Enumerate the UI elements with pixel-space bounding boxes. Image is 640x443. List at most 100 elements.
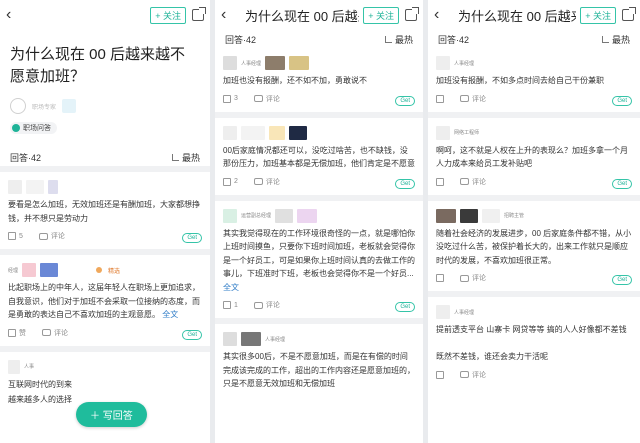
asker-row[interactable]: 职场专家 [0,94,210,118]
comment-label: 评论 [265,95,280,103]
question-title: 为什么现在 00 后越来越不愿意加班？ [10,46,186,85]
like-button[interactable]: 赞 [8,328,26,338]
answers-count: 回答·42 [438,34,470,45]
follow-button[interactable]: + 关注 [363,6,399,24]
write-answer-label: 写回答 [102,411,133,422]
answer-card[interactable]: 要看是怎么加班，无效加班还是有酬加班，大家都想挣钱，并不想只是劳动力 5 评论 … [0,172,210,249]
spacer [62,263,93,277]
like-button[interactable]: 5 [8,232,23,240]
answer-card[interactable]: 人事经理 提前透支平台 山寨卡 网贷等等 搞的人人好像都不差钱 既然不差钱，谁还… [428,297,640,388]
like-button[interactable] [436,274,444,282]
get-button[interactable]: Get [395,302,415,312]
follow-button[interactable]: + 关注 [150,6,186,24]
answer-text: 啊呵，这不就是人权在上升的表现么？加班多拿一个月人力成本来给员工发补贴吧 [436,145,628,169]
get-button[interactable]: Get [612,95,632,106]
user-role: 人事 [24,364,35,370]
like-count: 1 [234,301,238,309]
answer-card[interactable]: 00后家庭情况都还可以，没吃过啥苦，也不缺钱，没那份压力，加班基本都是无偿加班，… [215,118,423,195]
full-text-link[interactable]: 全文 [162,310,178,319]
thumb-up-icon [436,177,444,186]
avatar-blur [22,263,37,277]
share-icon[interactable] [622,7,636,21]
sort-label: 最热 [394,34,413,45]
sort-button[interactable]: 最热 [384,33,413,46]
answers-bar: 回答·42 最热 [428,30,640,48]
get-button[interactable]: Get [395,178,415,189]
answer-card[interactable]: 人事经理 其实很多00后，不是不愿意加班，而是在有偿的时间完成该完成的工作，超出… [215,324,423,395]
like-count: 2 [234,178,238,185]
comment-icon [460,371,469,378]
answer-text: 比起职场上的中年人，这届年轻人在职场上更加追求，自我意识，他们对于加班不会采取一… [8,281,202,322]
comment-button[interactable]: 评论 [460,370,486,380]
comment-button[interactable]: 评论 [253,94,280,104]
answer-card[interactable]: 人事经理 加班没有报酬，不如多点时间去给自己干份兼职 评论 Get [428,48,640,112]
answer-user: 经理 精选 [8,261,202,279]
avatar-blur [289,56,310,70]
answer-card[interactable]: 网络工程师 啊呵，这不就是人权在上升的表现么？加班多拿一个月人力成本来给员工发补… [428,118,640,195]
topic-tag[interactable]: 职场问答 [10,122,57,134]
comment-button[interactable]: 评论 [253,300,280,310]
thumb-up-icon [436,274,444,282]
get-button[interactable]: Get [182,233,202,243]
comment-button[interactable]: 评论 [460,177,486,187]
user-role: 人事经理 [241,60,262,67]
chevron-left-icon[interactable]: ‹ [434,6,450,24]
avatar-blur [460,208,478,223]
avatar-blur [241,125,265,140]
share-icon[interactable] [405,7,419,21]
like-button[interactable]: 1 [223,301,238,309]
answer-body: 其实我觉得现在的工作环境很奇怪的一点，就是哪怕你上班时间摸鱼，只要你下班时间加班… [223,228,415,279]
sort-button[interactable]: 最热 [601,33,630,46]
answer-actions: 评论 [436,173,632,191]
comment-label: 评论 [265,178,280,186]
thumb-up-icon [436,370,444,379]
chevron-left-icon[interactable]: ‹ [221,6,237,24]
get-button[interactable]: Get [612,275,632,285]
pick-icon [96,267,103,273]
user-role: 人事经理 [454,309,475,316]
like-button[interactable] [436,370,444,379]
full-text-link[interactable]: 全文 [223,283,239,292]
answer-user: 运营副总经理 [223,207,415,225]
answer-card[interactable]: 运营副总经理 其实我觉得现在的工作环境很奇怪的一点，就是哪怕你上班时间摸鱼，只要… [215,201,423,319]
avatar [223,332,237,346]
avatar [436,305,450,319]
answer-card[interactable]: 招聘主管 随着社会经济的发展进步，00 后家庭条件都不错，从小没吃过什么苦，被保… [428,201,640,292]
like-button[interactable] [436,94,444,103]
thumb-up-icon [8,328,16,337]
like-button[interactable]: 3 [223,94,238,103]
get-button[interactable]: Get [395,95,415,106]
comment-icon [460,178,469,185]
answer-card[interactable]: 经理 精选 比起职场上的中年人，这届年轻人在职场上更加追求，自我意识，他们对于加… [0,255,210,346]
top-bar-title: 为什么现在 00 后越来越不愿... [458,8,576,24]
thumb-up-icon [436,94,444,103]
avatar [223,56,237,70]
follow-button[interactable]: + 关注 [580,6,616,24]
answer-user: 人事 [8,358,202,376]
avatar-blur [40,263,59,277]
comment-button[interactable]: 评论 [42,328,68,338]
comment-label: 评论 [472,95,486,103]
like-button[interactable] [436,177,444,186]
write-answer-button[interactable]: ＋ 写回答 [76,402,147,427]
avatar-blur [482,208,500,223]
comment-button[interactable]: 评论 [460,273,486,283]
comment-label: 评论 [472,178,486,186]
share-icon[interactable] [192,7,206,21]
answer-text: 加班没有报酬，不如多点时间去给自己干份兼职 [436,76,604,85]
sort-button[interactable]: 最热 [171,151,200,164]
comment-button[interactable]: 评论 [253,177,280,187]
get-button[interactable]: Get [612,178,632,189]
answer-card[interactable]: 人事经理 加班也没有报酬，还不如不加，勇敢说不 3 评论 Get [215,48,423,112]
answer-user: 招聘主管 [436,207,632,225]
comment-button[interactable]: 评论 [38,231,65,241]
get-button[interactable]: Get [182,329,202,340]
comment-icon [460,95,469,102]
sort-icon [171,153,179,161]
answer-text: 加班也没有报酬，还不如不加，勇敢说不 [223,76,367,85]
chevron-left-icon[interactable]: ‹ [6,6,22,24]
answer-text: 要看是怎么加班，无效加班还是有酬加班，大家都想挣钱，并不想只是劳动力 [8,200,200,223]
topic-icon [12,124,20,132]
like-button[interactable]: 2 [223,177,238,186]
comment-button[interactable]: 评论 [460,94,486,104]
